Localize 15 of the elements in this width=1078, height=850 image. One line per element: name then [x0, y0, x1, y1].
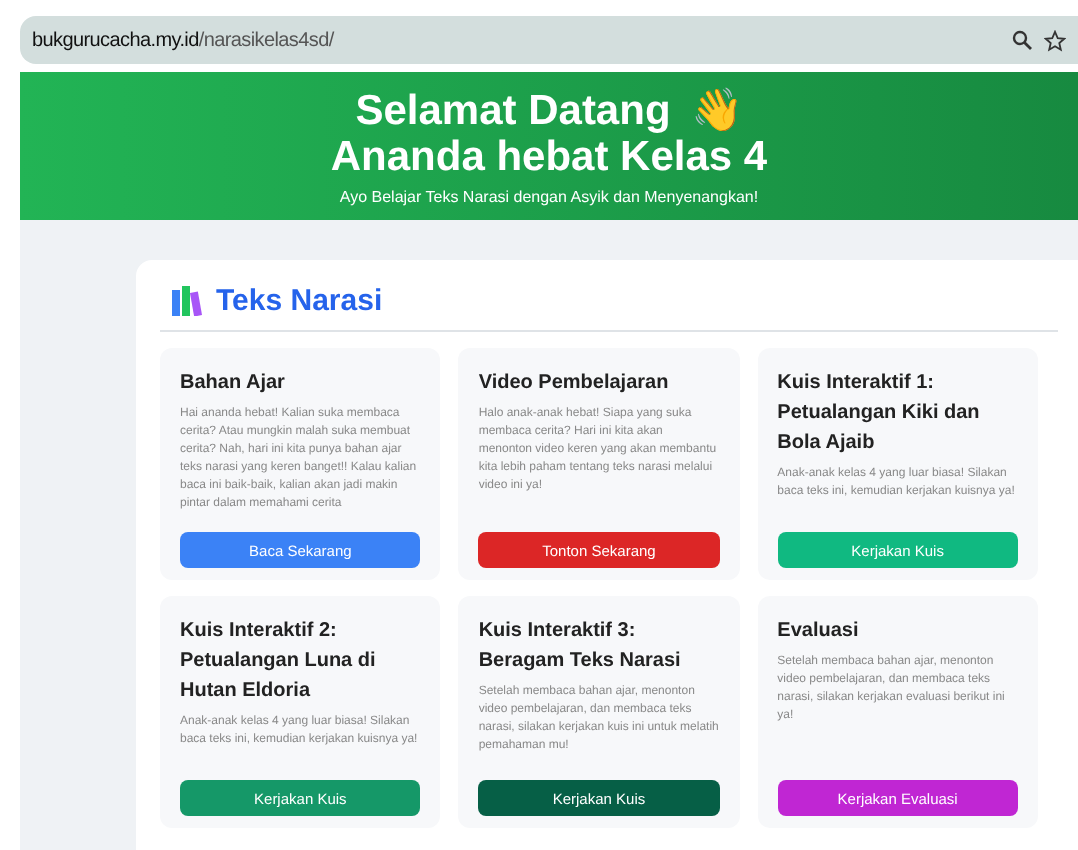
card-title: Video Pembelajaran [478, 370, 671, 398]
zoom-icon[interactable] [1012, 30, 1032, 50]
header-title: Ananda hebat Kelas 4 [330, 133, 768, 179]
waving-hand-icon: 👋 [690, 87, 743, 133]
star-icon[interactable] [1044, 29, 1066, 51]
card-title: Bahan Ajar [180, 370, 287, 398]
books-icon [172, 286, 204, 316]
card-title: Kuis Interaktif 3: Beragam Teks Narasi [478, 618, 683, 676]
card-title: Kuis Interaktif 2: Petualangan Luna di Hutan Eldoria [180, 618, 378, 706]
header-subtitle: Ayo Belajar Teks Narasi dengan Asyik dan Menyenangkan! [339, 187, 759, 205]
url-text[interactable]: bukgurucacha.my.id/narasikelas4sd/ [32, 29, 1000, 51]
card-title: Kuis Interaktif 1: Petualangan Kiki dan Bola Ajaib [777, 370, 982, 458]
header-title: Selamat Datang [355, 87, 671, 133]
card-title: Evaluasi [777, 618, 861, 646]
section-title: Teks Narasi [216, 284, 383, 318]
